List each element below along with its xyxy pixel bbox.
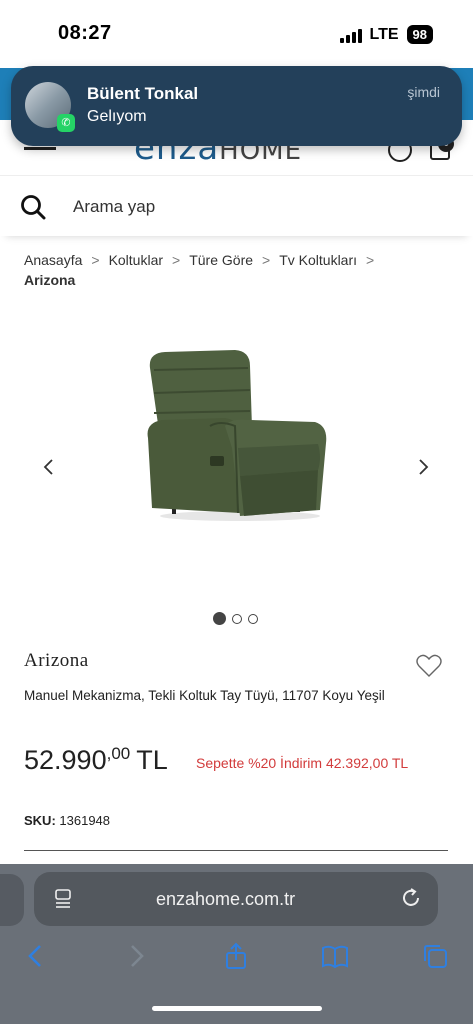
chevron-left-icon[interactable] xyxy=(40,458,58,476)
page-menu-icon[interactable] xyxy=(54,889,72,909)
share-icon[interactable] xyxy=(222,942,250,970)
product-title: Arizona xyxy=(24,650,89,671)
search-icon xyxy=(21,195,46,220)
product-image xyxy=(147,350,327,521)
carousel-dots xyxy=(213,612,258,625)
notification-message: Gelıyom xyxy=(87,108,147,125)
home-indicator[interactable] xyxy=(152,1006,322,1011)
breadcrumb-item[interactable]: Koltuklar xyxy=(109,252,163,268)
notification-time: şimdi xyxy=(407,84,440,100)
breadcrumb-current: Arizona xyxy=(24,272,76,288)
breadcrumb: Anasayfa > Koltuklar > Türe Göre > Tv Koltukla… xyxy=(24,250,454,290)
tabs-icon[interactable] xyxy=(421,942,449,970)
address-bar[interactable]: enzahome.com.tr xyxy=(34,872,438,926)
status-indicators: LTE 98 xyxy=(339,25,433,44)
heart-icon[interactable] xyxy=(416,654,442,678)
browser-nav-row xyxy=(0,942,473,982)
carousel-dot[interactable] xyxy=(213,612,226,625)
product-price: 52.990,00 TL xyxy=(24,744,168,775)
carousel-dot[interactable] xyxy=(248,613,258,624)
battery-icon: 98 xyxy=(406,25,433,44)
sku: SKU: 1361948 xyxy=(24,813,111,828)
reload-icon[interactable] xyxy=(400,887,422,909)
signal-icon xyxy=(339,27,362,43)
notification-sender: Bülent Tonkal xyxy=(87,84,199,103)
breadcrumb-item[interactable]: Tv Koltukları xyxy=(279,252,357,268)
divider xyxy=(24,850,448,851)
notification-banner[interactable]: ✆ Bülent Tonkal Gelıyom şimdi xyxy=(11,66,462,146)
previous-tab[interactable] xyxy=(0,874,24,926)
browser-toolbar: enzahome.com.tr xyxy=(0,864,473,1024)
network-type: LTE xyxy=(369,25,399,43)
bookmarks-icon[interactable] xyxy=(321,942,349,970)
chevron-right-icon[interactable] xyxy=(414,458,432,476)
back-icon[interactable] xyxy=(22,942,50,970)
discount-text: Sepette %20 İndirim 42.392,00 TL xyxy=(196,755,409,771)
url-text: enzahome.com.tr xyxy=(156,889,296,909)
whatsapp-icon: ✆ xyxy=(57,114,75,132)
product-image-carousel[interactable] xyxy=(0,300,473,620)
status-bar: 08:27 LTE 98 xyxy=(0,0,473,68)
forward-icon[interactable] xyxy=(122,942,150,970)
carousel-dot[interactable] xyxy=(232,613,242,624)
search-input[interactable]: Arama yap xyxy=(73,197,155,217)
breadcrumb-item[interactable]: Anasayfa xyxy=(24,252,82,268)
status-time: 08:27 xyxy=(58,22,112,44)
product-description: Manuel Mekanizma, Tekli Koltuk Tay Tüyü,… xyxy=(24,688,385,703)
breadcrumb-item[interactable]: Türe Göre xyxy=(189,252,253,268)
search-bar[interactable]: Arama yap xyxy=(0,178,473,236)
